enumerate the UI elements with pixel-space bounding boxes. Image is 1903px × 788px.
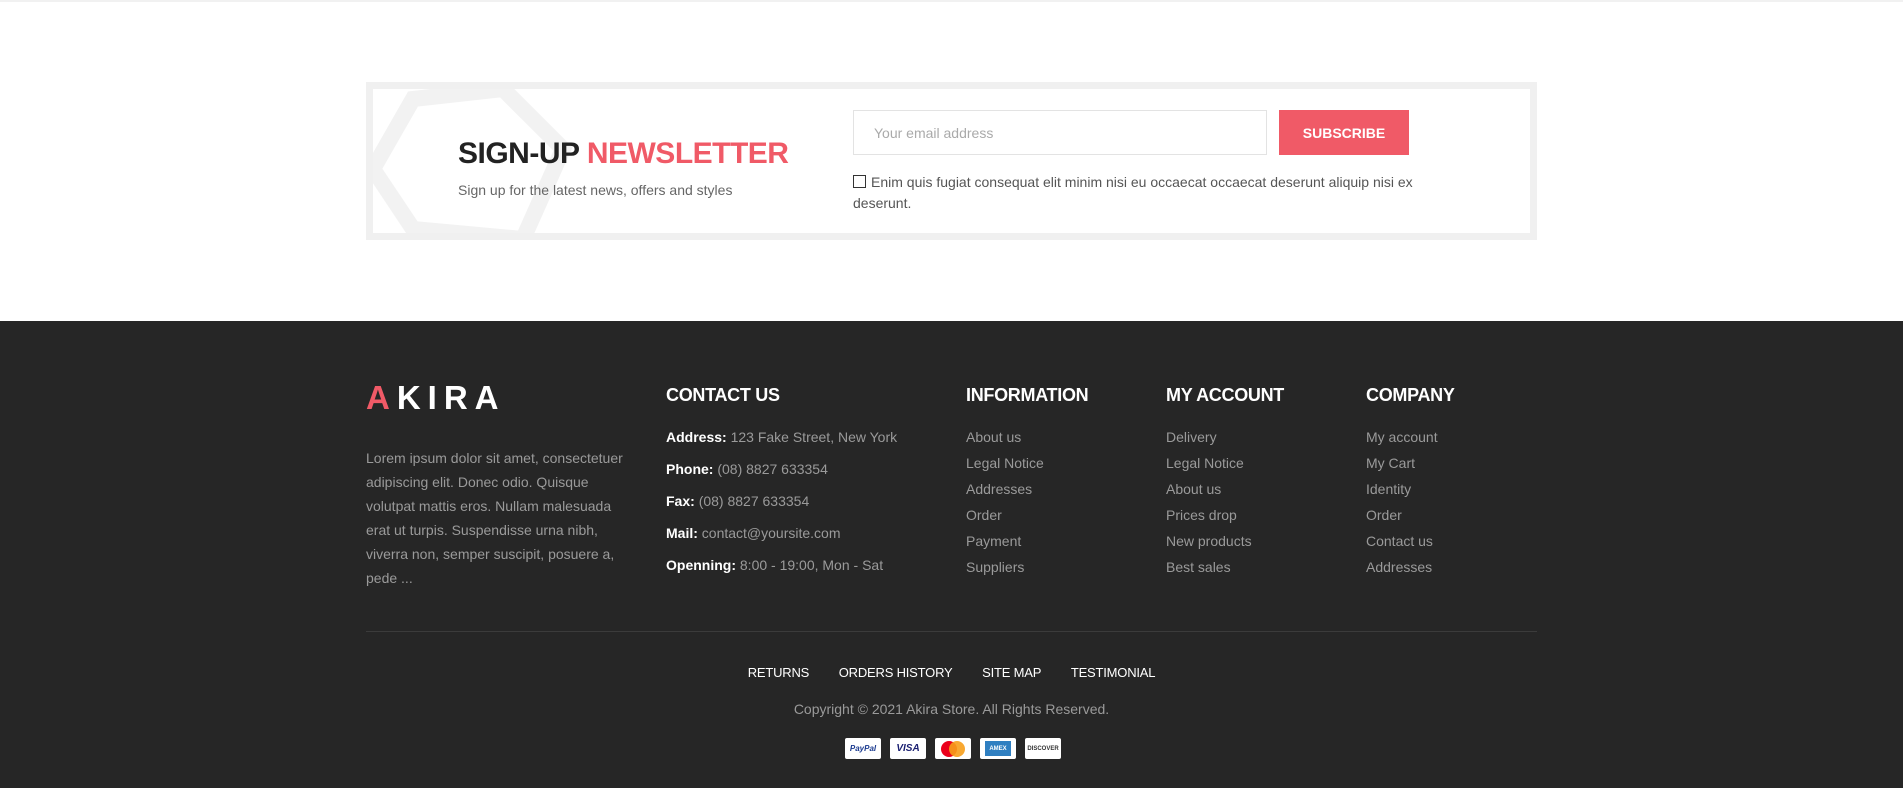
footer-link[interactable]: Order — [1366, 506, 1438, 532]
email-input[interactable] — [853, 110, 1267, 155]
amex-icon: AMEX — [980, 738, 1016, 759]
footer-link[interactable]: My Cart — [1366, 454, 1438, 480]
contact-opening: Openning: 8:00 - 19:00, Mon - Sat — [666, 556, 897, 588]
footer-link[interactable]: Legal Notice — [966, 454, 1044, 480]
contact-label: Address: — [666, 429, 727, 445]
visa-icon: VISA — [890, 738, 926, 759]
contact-value: 123 Fake Street, New York — [730, 429, 898, 445]
mastercard-icon — [935, 738, 971, 759]
contact-value: 8:00 - 19:00, Mon - Sat — [739, 557, 884, 573]
consent-text: Enim quis fugiat consequat elit minim ni… — [853, 174, 1413, 211]
footer-link[interactable]: Best sales — [1166, 558, 1252, 584]
top-divider — [0, 0, 1903, 2]
testimonial-link[interactable]: TESTIMONIAL — [1071, 665, 1156, 680]
footer-link[interactable]: Addresses — [1366, 558, 1438, 584]
visa-label: VISA — [896, 743, 920, 754]
footer-link[interactable]: Prices drop — [1166, 506, 1252, 532]
newsletter-section: SIGN-UP NEWSLETTER Sign up for the lates… — [366, 82, 1537, 240]
contact-list: Address: 123 Fake Street, New York Phone… — [666, 428, 897, 588]
information-title: INFORMATION — [966, 385, 1089, 405]
logo-rest: KIRA — [396, 379, 506, 416]
orders-history-link[interactable]: ORDERS HISTORY — [839, 665, 953, 680]
contact-phone: Phone: (08) 8827 633354 — [666, 460, 897, 492]
contact-label: Mail: — [666, 525, 698, 541]
contact-value: (08) 8827 633354 — [717, 461, 828, 477]
footer-link[interactable]: Addresses — [966, 480, 1044, 506]
company-links: My account My Cart Identity Order Contac… — [1366, 428, 1438, 584]
newsletter-subtitle: Sign up for the latest news, offers and … — [458, 182, 733, 198]
site-footer: AKIRA Lorem ipsum dolor sit amet, consec… — [0, 321, 1903, 788]
consent-checkbox[interactable] — [853, 175, 866, 188]
my-account-links: Delivery Legal Notice About us Prices dr… — [1166, 428, 1252, 584]
my-account-title: MY ACCOUNT — [1166, 385, 1284, 405]
company-title: COMPANY — [1366, 385, 1455, 405]
footer-link[interactable]: Identity — [1366, 480, 1438, 506]
discover-label: DISCOVER — [1027, 745, 1059, 752]
footer-link[interactable]: About us — [966, 428, 1044, 454]
footer-link[interactable]: Delivery — [1166, 428, 1252, 454]
contact-fax: Fax: (08) 8827 633354 — [666, 492, 897, 524]
discover-icon: DISCOVER — [1025, 738, 1061, 759]
footer-link[interactable]: New products — [1166, 532, 1252, 558]
contact-mail: Mail: contact@yoursite.com — [666, 524, 897, 556]
footer-link[interactable]: Suppliers — [966, 558, 1044, 584]
footer-bottom-nav: RETURNS ORDERS HISTORY SITE MAP TESTIMON… — [0, 665, 1903, 680]
mastercard-circles — [941, 740, 965, 757]
newsletter-title: SIGN-UP NEWSLETTER — [458, 137, 789, 171]
information-links: About us Legal Notice Addresses Order Pa… — [966, 428, 1044, 584]
logo-first-letter: A — [366, 379, 397, 416]
footer-about-text: Lorem ipsum dolor sit amet, consectetuer… — [366, 450, 623, 586]
returns-link[interactable]: RETURNS — [748, 665, 810, 680]
footer-link[interactable]: My account — [1366, 428, 1438, 454]
footer-divider — [366, 631, 1537, 632]
newsletter-title-main: SIGN-UP — [458, 137, 579, 170]
contact-label: Phone: — [666, 461, 714, 477]
subscribe-button[interactable]: SUBSCRIBE — [1279, 110, 1409, 155]
payment-methods: PayPal VISA AMEX DISCOVER — [845, 738, 1061, 759]
contact-label: Openning: — [666, 557, 736, 573]
contact-address: Address: 123 Fake Street, New York — [666, 428, 897, 460]
copyright-text: Copyright © 2021 Akira Store. All Rights… — [793, 701, 1110, 717]
contact-value: (08) 8827 633354 — [698, 493, 810, 509]
consent-row: Enim quis fugiat consequat elit minim ni… — [853, 172, 1413, 214]
footer-link[interactable]: Legal Notice — [1166, 454, 1252, 480]
site-map-link[interactable]: SITE MAP — [982, 665, 1041, 680]
footer-link[interactable]: Contact us — [1366, 532, 1438, 558]
contact-title: CONTACT US — [666, 385, 780, 405]
amex-label: AMEX — [985, 741, 1011, 756]
footer-link[interactable]: About us — [1166, 480, 1252, 506]
logo[interactable]: AKIRA — [366, 379, 506, 417]
footer-link[interactable]: Order — [966, 506, 1044, 532]
footer-link[interactable]: Payment — [966, 532, 1044, 558]
paypal-icon: PayPal — [845, 738, 881, 759]
newsletter-title-accent: NEWSLETTER — [586, 137, 789, 170]
contact-label: Fax: — [666, 493, 695, 509]
contact-value[interactable]: contact@yoursite.com — [702, 525, 841, 541]
paypal-label: PayPal — [849, 744, 877, 753]
